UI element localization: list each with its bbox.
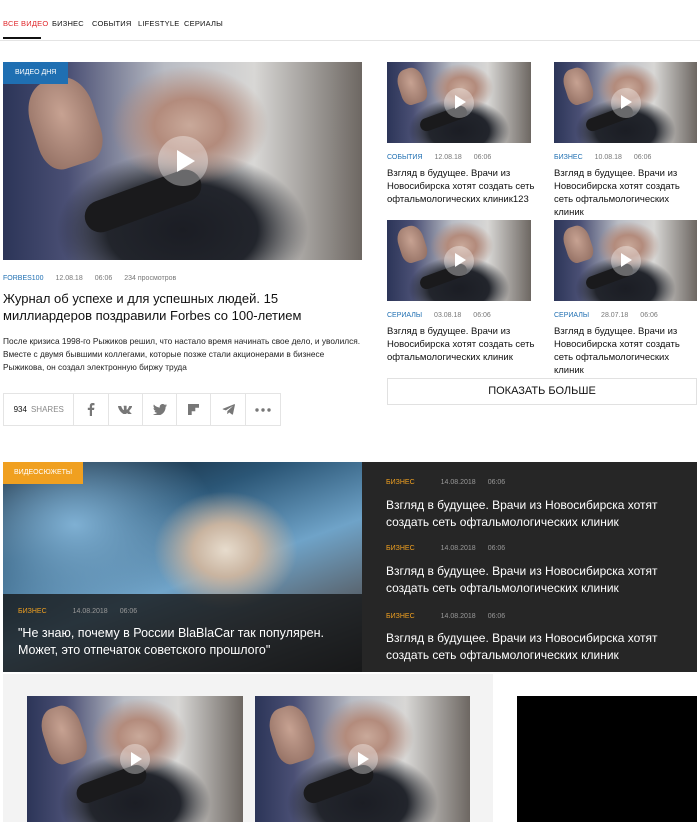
video-story-tag[interactable]: БИЗНЕС bbox=[18, 608, 47, 615]
card-date: 10.08.18 bbox=[594, 154, 622, 161]
top-navigation: ВСЕ ВИДЕО БИЗНЕС СОБЫТИЯ LIFESTYLE СЕРИА… bbox=[0, 0, 700, 41]
card-meta: СЕРИАЛЫ 28.07.18 06:06 bbox=[554, 312, 658, 319]
story-item-date: 14.08.2018 bbox=[440, 479, 476, 486]
flipboard-icon bbox=[188, 404, 200, 415]
video-story-date: 14.08.2018 bbox=[72, 608, 108, 615]
nav-item-lifestyle[interactable]: LIFESTYLE bbox=[138, 19, 179, 28]
card-title[interactable]: Взгляд в будущее. Врачи из Новосибирска … bbox=[387, 167, 537, 206]
card-time: 06:06 bbox=[640, 312, 658, 319]
telegram-icon bbox=[222, 404, 235, 415]
story-item-date: 14.08.2018 bbox=[440, 545, 476, 552]
share-bar: 934 SHARES bbox=[3, 393, 281, 426]
card-time: 06:06 bbox=[473, 154, 492, 161]
telegram-share-button[interactable] bbox=[211, 394, 246, 425]
card-date: 12.08.18 bbox=[434, 154, 462, 161]
featured-video-thumbnail[interactable] bbox=[3, 62, 362, 260]
story-item-title[interactable]: Взгляд в будущее. Врачи из Новосибирска … bbox=[386, 563, 686, 597]
card-date: 28.07.18 bbox=[601, 312, 629, 319]
video-story-meta: БИЗНЕС 14.08.2018 06:06 bbox=[18, 608, 137, 615]
play-icon[interactable] bbox=[444, 87, 474, 118]
card-tag[interactable]: СЕРИАЛЫ bbox=[554, 312, 589, 319]
share-count-value: 934 bbox=[13, 405, 27, 414]
featured-tag[interactable]: FORBES100 bbox=[3, 275, 43, 282]
nav-item-business[interactable]: БИЗНЕС bbox=[52, 19, 84, 28]
story-item-title[interactable]: Взгляд в будущее. Врачи из Новосибирска … bbox=[386, 497, 686, 531]
story-item-tag[interactable]: БИЗНЕС bbox=[386, 545, 415, 552]
card-meta: БИЗНЕС 10.08.18 06:06 bbox=[554, 154, 651, 161]
play-icon[interactable] bbox=[347, 744, 378, 774]
video-card-thumbnail[interactable] bbox=[387, 62, 531, 143]
nav-item-series[interactable]: СЕРИАЛЫ bbox=[184, 19, 223, 28]
vk-icon bbox=[118, 405, 133, 414]
vk-share-button[interactable] bbox=[109, 394, 143, 425]
featured-views: 234 просмотров bbox=[124, 275, 177, 282]
card-tag[interactable]: СЕРИАЛЫ bbox=[387, 312, 422, 319]
twitter-icon bbox=[152, 404, 167, 415]
play-icon[interactable] bbox=[610, 87, 641, 118]
more-share-button[interactable] bbox=[246, 394, 280, 425]
card-date: 03.08.18 bbox=[434, 312, 462, 319]
facebook-icon bbox=[87, 403, 95, 416]
video-card-thumbnail[interactable] bbox=[554, 220, 697, 301]
more-dots-icon bbox=[255, 407, 271, 412]
card-time: 06:06 bbox=[633, 154, 652, 161]
play-icon[interactable] bbox=[444, 245, 474, 276]
card-time: 06:06 bbox=[473, 312, 491, 319]
story-item-time: 06:06 bbox=[487, 545, 506, 552]
ad-banner bbox=[517, 696, 697, 822]
nav-item-events[interactable]: СОБЫТИЯ bbox=[92, 19, 131, 28]
active-tab-underline bbox=[3, 37, 41, 39]
story-item-tag[interactable]: БИЗНЕС bbox=[386, 479, 415, 486]
story-item-title[interactable]: Взгляд в будущее. Врачи из Новосибирска … bbox=[386, 630, 686, 664]
video-card-thumbnail[interactable] bbox=[27, 696, 243, 822]
story-item-meta: БИЗНЕС 14.08.2018 06:06 bbox=[386, 479, 505, 486]
video-of-day-badge: ВИДЕО ДНЯ bbox=[3, 62, 69, 84]
story-item-tag[interactable]: БИЗНЕС bbox=[386, 613, 415, 620]
card-title[interactable]: Взгляд в будущее. Врачи из Новосибирска … bbox=[554, 167, 698, 219]
card-tag[interactable]: СОБЫТИЯ bbox=[387, 154, 423, 161]
featured-lead: После кризиса 1998-го Рыжиков решил, что… bbox=[3, 336, 361, 372]
show-more-button[interactable]: ПОКАЗАТЬ БОЛЬШЕ bbox=[387, 378, 697, 405]
video-card-thumbnail[interactable] bbox=[255, 696, 470, 822]
nav-item-all-videos[interactable]: ВСЕ ВИДЕО bbox=[3, 19, 48, 28]
story-item-date: 14.08.2018 bbox=[440, 613, 476, 620]
card-title[interactable]: Взгляд в будущее. Врачи из Новосибирска … bbox=[554, 325, 698, 377]
video-card-thumbnail[interactable] bbox=[554, 62, 697, 143]
featured-title[interactable]: Журнал об успехе и для успешных людей. 1… bbox=[3, 290, 358, 324]
play-icon[interactable] bbox=[120, 744, 150, 774]
story-item-time: 06:06 bbox=[487, 613, 506, 620]
card-meta: СЕРИАЛЫ 03.08.18 06:06 bbox=[387, 312, 491, 319]
story-item-meta: БИЗНЕС 14.08.2018 06:06 bbox=[386, 613, 505, 620]
share-count-label: SHARES bbox=[30, 405, 64, 414]
play-icon[interactable] bbox=[610, 245, 641, 276]
card-meta: СОБЫТИЯ 12.08.18 06:06 bbox=[387, 154, 491, 161]
twitter-share-button[interactable] bbox=[143, 394, 178, 425]
flipboard-share-button[interactable] bbox=[177, 394, 212, 425]
featured-time: 06:06 bbox=[94, 275, 113, 282]
story-item-meta: БИЗНЕС 14.08.2018 06:06 bbox=[386, 545, 505, 552]
featured-date: 12.08.18 bbox=[55, 275, 83, 282]
card-tag[interactable]: БИЗНЕС bbox=[554, 154, 583, 161]
video-stories-badge: ВИДЕОСЮЖЕТЫ bbox=[3, 462, 84, 484]
video-card-thumbnail[interactable] bbox=[387, 220, 531, 301]
share-counter: 934 SHARES bbox=[4, 394, 75, 425]
card-title[interactable]: Взгляд в будущее. Врачи из Новосибирска … bbox=[387, 325, 537, 364]
video-story-time: 06:06 bbox=[119, 608, 138, 615]
video-story-title[interactable]: "Не знаю, почему в России BlaBlaCar так … bbox=[18, 625, 358, 659]
story-item-time: 06:06 bbox=[487, 479, 506, 486]
play-icon[interactable] bbox=[157, 136, 208, 186]
featured-meta: FORBES100 12.08.18 06:06 234 просмотров bbox=[3, 275, 176, 282]
facebook-share-button[interactable] bbox=[74, 394, 109, 425]
